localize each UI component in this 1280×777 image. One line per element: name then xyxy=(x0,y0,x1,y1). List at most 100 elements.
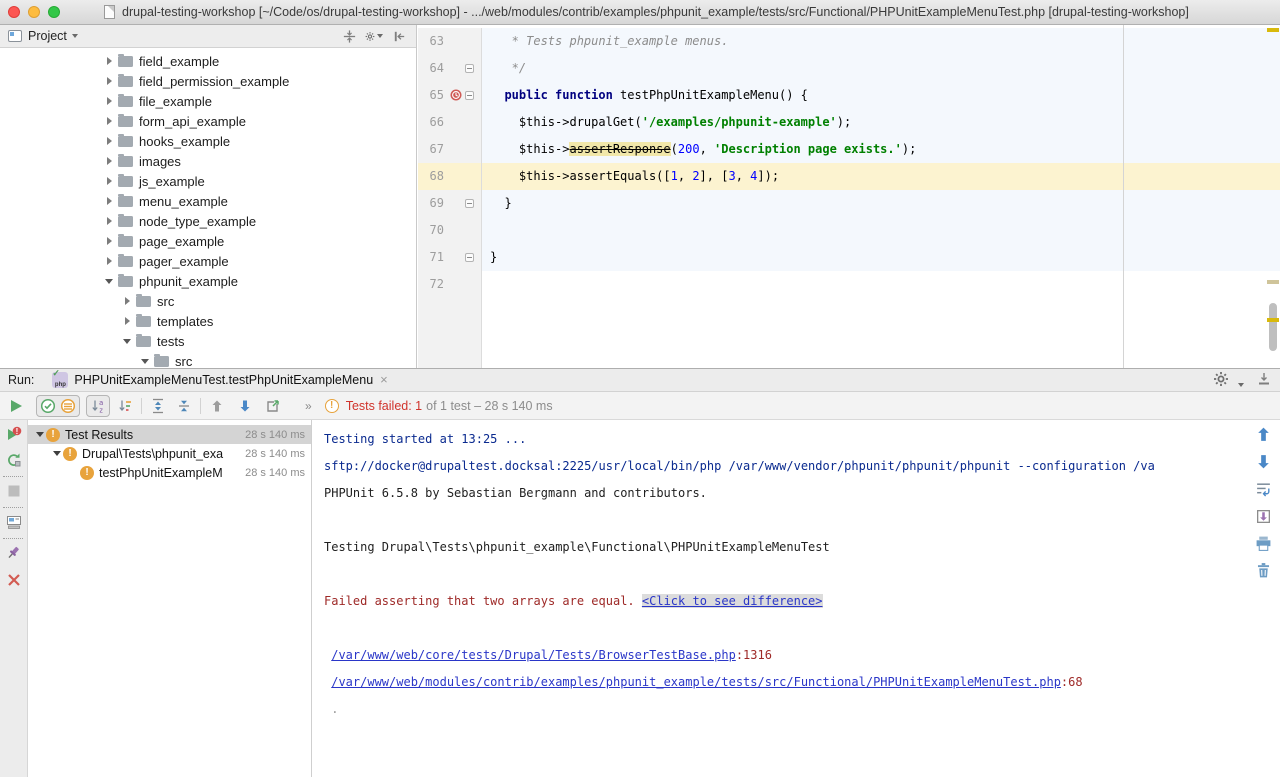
line-number[interactable]: 70 xyxy=(418,217,448,244)
rerun-button[interactable] xyxy=(6,452,22,468)
chevron-right-icon[interactable] xyxy=(103,97,115,105)
line-number[interactable]: 67 xyxy=(418,136,448,163)
fold-marker-icon[interactable] xyxy=(465,64,474,73)
stop-button[interactable] xyxy=(6,483,22,499)
show-ignored-toggle[interactable] xyxy=(58,396,78,416)
minimize-window-button[interactable] xyxy=(28,6,40,18)
test-tree-item[interactable]: !Test Results28 s 140 ms xyxy=(28,425,311,444)
editor-line[interactable]: 64 */ xyxy=(418,55,1280,82)
chevron-right-icon[interactable] xyxy=(103,197,115,205)
chevron-right-icon[interactable] xyxy=(121,297,133,305)
project-tree-item[interactable]: file_example xyxy=(0,91,416,111)
failed-test-marker-icon[interactable] xyxy=(450,89,462,101)
fold-marker-icon[interactable] xyxy=(465,91,474,100)
test-console[interactable]: Testing started at 13:25 ...sftp://docke… xyxy=(313,420,1248,777)
scrollbar-thumb[interactable] xyxy=(1269,303,1277,351)
rerun-failed-tests-button[interactable]: ! xyxy=(6,426,22,442)
project-tree-item[interactable]: field_permission_example xyxy=(0,71,416,91)
chevron-down-icon[interactable] xyxy=(139,359,151,364)
chevron-down-icon[interactable] xyxy=(121,339,133,344)
line-number[interactable]: 68 xyxy=(418,163,448,190)
project-tree-item[interactable]: form_api_example xyxy=(0,111,416,131)
chevron-right-icon[interactable] xyxy=(103,177,115,185)
code-text[interactable]: $this->assertResponse(200, 'Description … xyxy=(482,136,1280,163)
hide-panel-button[interactable] xyxy=(390,27,408,45)
next-failed-test-button[interactable] xyxy=(235,396,255,416)
fold-marker-icon[interactable] xyxy=(465,253,474,262)
project-tree-item[interactable]: src xyxy=(0,351,416,368)
chevron-right-icon[interactable] xyxy=(103,77,115,85)
editor-line[interactable]: 71} xyxy=(418,244,1280,271)
editor-gutter[interactable]: 70 xyxy=(418,217,482,244)
editor-line[interactable]: 72 xyxy=(418,271,1280,298)
editor-line[interactable]: 66 $this->drupalGet('/examples/phpunit-e… xyxy=(418,109,1280,136)
project-panel-title[interactable]: Project xyxy=(28,29,67,43)
warning-stripe-mark[interactable] xyxy=(1267,318,1279,322)
chevron-right-icon[interactable] xyxy=(103,257,115,265)
code-text[interactable]: public function testPhpUnitExampleMenu()… xyxy=(482,82,1280,109)
project-tree-item[interactable]: images xyxy=(0,151,416,171)
project-tree-item[interactable]: page_example xyxy=(0,231,416,251)
import-test-results-button[interactable] xyxy=(263,396,283,416)
previous-failed-test-button[interactable] xyxy=(207,396,227,416)
editor-line[interactable]: 69 } xyxy=(418,190,1280,217)
chevron-right-icon[interactable] xyxy=(103,137,115,145)
code-editor[interactable]: 63 * Tests phpunit_example menus.64 */65… xyxy=(418,25,1280,368)
line-number[interactable]: 69 xyxy=(418,190,448,217)
line-number[interactable]: 64 xyxy=(418,55,448,82)
console-link[interactable]: /var/www/web/modules/contrib/examples/ph… xyxy=(331,675,1061,689)
line-number[interactable]: 65 xyxy=(418,82,448,109)
chevron-right-icon[interactable] xyxy=(103,217,115,225)
chevron-right-icon[interactable] xyxy=(121,317,133,325)
chevron-right-icon[interactable] xyxy=(103,237,115,245)
collapse-all-button[interactable] xyxy=(340,27,358,45)
editor-line[interactable]: 63 * Tests phpunit_example menus. xyxy=(418,28,1280,55)
line-number[interactable]: 63 xyxy=(418,28,448,55)
code-text[interactable]: } xyxy=(482,190,1280,217)
soft-wrap-toggle[interactable] xyxy=(1255,481,1272,498)
restore-layout-button[interactable] xyxy=(6,514,22,530)
sort-by-duration-toggle[interactable] xyxy=(115,396,135,416)
more-actions-chevron[interactable]: » xyxy=(305,399,313,413)
project-tree-item[interactable]: node_type_example xyxy=(0,211,416,231)
settings-button[interactable] xyxy=(365,27,383,45)
editor-gutter[interactable]: 68 xyxy=(418,163,482,190)
project-tree-item[interactable]: js_example xyxy=(0,171,416,191)
editor-gutter[interactable]: 69 xyxy=(418,190,482,217)
console-link[interactable]: /var/www/web/core/tests/Drupal/Tests/Bro… xyxy=(331,648,736,662)
close-tab-icon[interactable]: × xyxy=(380,374,388,386)
editor-gutter[interactable]: 67 xyxy=(418,136,482,163)
expand-all-button[interactable] xyxy=(148,396,168,416)
warning-stripe-mark[interactable] xyxy=(1267,28,1279,32)
project-tree-item[interactable]: templates xyxy=(0,311,416,331)
editor-line[interactable]: 68 $this->assertEquals([1, 2], [3, 4]); xyxy=(418,163,1280,190)
editor-gutter[interactable]: 66 xyxy=(418,109,482,136)
code-text[interactable] xyxy=(482,271,1280,298)
code-text[interactable]: * Tests phpunit_example menus. xyxy=(482,28,1280,55)
editor-line[interactable]: 70 xyxy=(418,217,1280,244)
chevron-right-icon[interactable] xyxy=(103,157,115,165)
editor-gutter[interactable]: 71 xyxy=(418,244,482,271)
editor-line[interactable]: 65 public function testPhpUnitExampleMen… xyxy=(418,82,1280,109)
sort-alphabetically-toggle[interactable]: a z xyxy=(88,396,108,416)
line-number[interactable]: 72 xyxy=(418,271,448,298)
code-text[interactable]: } xyxy=(482,244,1280,271)
print-button[interactable] xyxy=(1255,535,1272,552)
chevron-down-icon[interactable] xyxy=(72,34,78,38)
hide-run-panel-button[interactable] xyxy=(1256,371,1272,390)
console-link[interactable]: <Click to see difference> xyxy=(642,594,823,608)
code-text[interactable]: */ xyxy=(482,55,1280,82)
code-text[interactable]: $this->drupalGet('/examples/phpunit-exam… xyxy=(482,109,1280,136)
test-tree-item[interactable]: !Drupal\Tests\phpunit_exa28 s 140 ms xyxy=(28,444,311,463)
line-number[interactable]: 66 xyxy=(418,109,448,136)
chevron-right-icon[interactable] xyxy=(103,117,115,125)
collapse-all-button[interactable] xyxy=(174,396,194,416)
project-tree-item[interactable]: field_example xyxy=(0,51,416,71)
close-button[interactable] xyxy=(6,572,22,588)
editor-line[interactable]: 67 $this->assertResponse(200, 'Descripti… xyxy=(418,136,1280,163)
chevron-down-icon[interactable] xyxy=(51,451,63,456)
code-text[interactable] xyxy=(482,217,1280,244)
editor-gutter[interactable]: 64 xyxy=(418,55,482,82)
test-tree-item[interactable]: !testPhpUnitExampleM28 s 140 ms xyxy=(28,463,311,482)
editor-gutter[interactable]: 63 xyxy=(418,28,482,55)
